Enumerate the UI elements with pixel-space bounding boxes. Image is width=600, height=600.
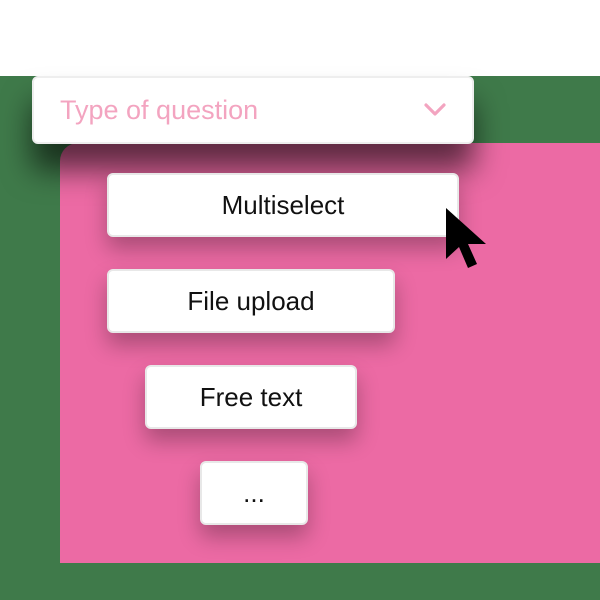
option-multiselect[interactable]: Multiselect xyxy=(107,173,459,237)
dropdown-label: Type of question xyxy=(60,95,258,126)
option-more[interactable]: ... xyxy=(200,461,308,525)
cursor-icon xyxy=(444,206,498,278)
option-label: ... xyxy=(243,478,265,509)
question-type-dropdown[interactable]: Type of question xyxy=(32,76,474,144)
option-label: Free text xyxy=(200,382,303,413)
chevron-down-icon xyxy=(424,99,446,121)
option-file-upload[interactable]: File upload xyxy=(107,269,395,333)
option-free-text[interactable]: Free text xyxy=(145,365,357,429)
option-label: Multiselect xyxy=(222,190,345,221)
top-white-bar xyxy=(0,0,600,76)
option-label: File upload xyxy=(187,286,314,317)
